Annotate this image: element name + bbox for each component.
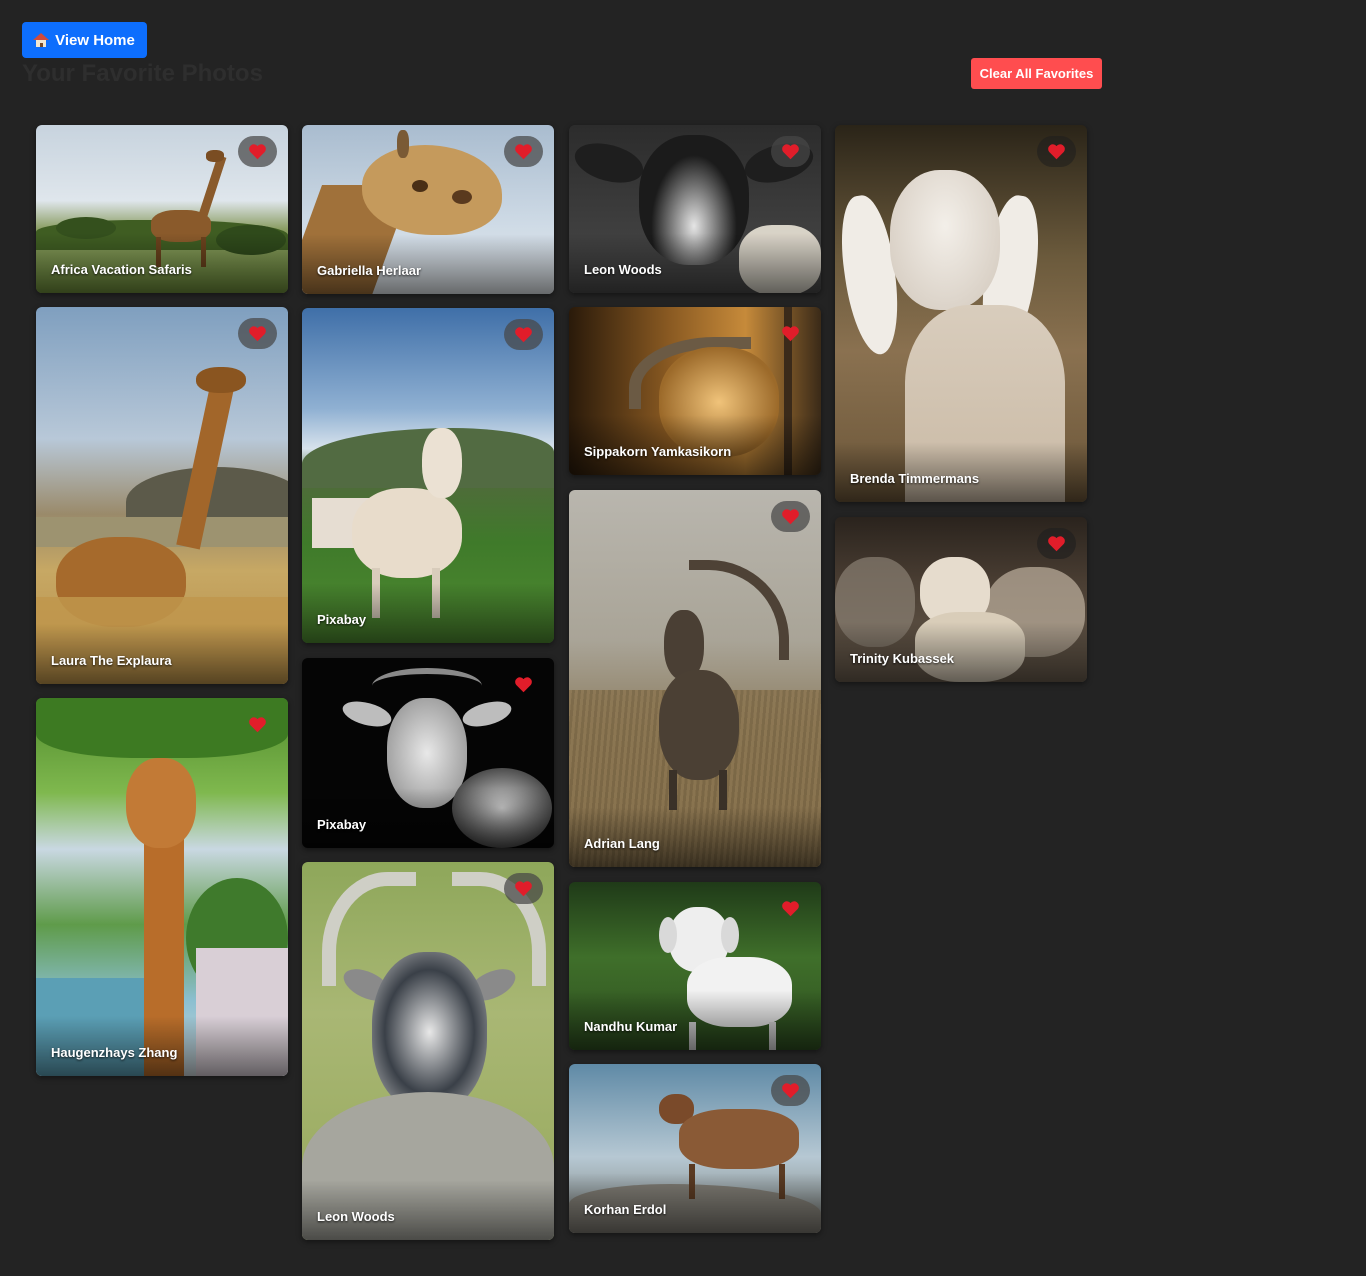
photo-credit: Africa Vacation Safaris	[51, 262, 192, 277]
photo-credit: Leon Woods	[584, 262, 662, 277]
favorite-toggle-button[interactable]	[1037, 528, 1076, 559]
photo-card[interactable]: Haugenzhays Zhang	[36, 698, 288, 1076]
heart-icon	[782, 144, 799, 160]
heart-icon	[515, 677, 532, 693]
photo-credit: Nandhu Kumar	[584, 1019, 678, 1034]
photo-credit: Sippakorn Yamkasikorn	[584, 444, 732, 459]
photo-card[interactable]: Adrian Lang	[569, 490, 821, 867]
photo-card[interactable]: Laura The Explaura	[36, 307, 288, 684]
photo-card[interactable]: Sippakorn Yamkasikorn	[569, 307, 821, 475]
heart-icon	[249, 326, 266, 342]
photo-credit: Korhan Erdol	[584, 1202, 667, 1217]
photo-card[interactable]: Leon Woods	[569, 125, 821, 293]
heart-icon	[515, 144, 532, 160]
photo-card[interactable]: Nandhu Kumar	[569, 882, 821, 1050]
photo-credit: Brenda Timmermans	[850, 471, 980, 486]
photo-credit: Pixabay	[317, 817, 367, 832]
favorite-toggle-button[interactable]	[771, 501, 810, 532]
photo-card[interactable]: Brenda Timmermans	[835, 125, 1087, 502]
favorite-toggle-button[interactable]	[238, 136, 277, 167]
photo-card[interactable]: Pixabay	[302, 308, 554, 643]
heart-icon	[1048, 536, 1065, 552]
heart-icon	[782, 901, 799, 917]
favorite-toggle-button[interactable]	[771, 1075, 810, 1106]
photo-credit: Pixabay	[317, 612, 367, 627]
heart-icon	[515, 881, 532, 897]
photo-card[interactable]: Leon Woods	[302, 862, 554, 1240]
heart-icon	[782, 509, 799, 525]
page-title: Your Favorite Photos	[22, 60, 263, 87]
photo-credit: Laura The Explaura	[51, 653, 172, 668]
favorites-page: View Home Your Favorite Photos Clear All…	[0, 0, 1366, 1276]
house-icon	[33, 32, 50, 47]
favorite-toggle-button[interactable]	[504, 873, 543, 904]
heart-icon	[1048, 144, 1065, 160]
view-home-button[interactable]: View Home	[22, 22, 147, 58]
photo-credit: Adrian Lang	[584, 836, 660, 851]
favorite-toggle-button[interactable]	[771, 136, 810, 167]
favorite-toggle-button[interactable]	[238, 318, 277, 349]
favorite-toggle-button[interactable]	[504, 669, 543, 700]
favorite-toggle-button[interactable]	[504, 319, 543, 350]
photo-credit: Haugenzhays Zhang	[51, 1045, 178, 1060]
photo-card[interactable]: Pixabay	[302, 658, 554, 848]
heart-icon	[782, 326, 799, 342]
photo-card[interactable]: Africa Vacation Safaris	[36, 125, 288, 293]
favorite-toggle-button[interactable]	[504, 136, 543, 167]
heart-icon	[249, 717, 266, 733]
heart-icon	[515, 327, 532, 343]
favorite-toggle-button[interactable]	[771, 318, 810, 349]
photo-credit: Trinity Kubassek	[850, 651, 955, 666]
photo-card[interactable]: Gabriella Herlaar	[302, 125, 554, 294]
photo-credit: Leon Woods	[317, 1209, 395, 1224]
clear-all-favorites-button[interactable]: Clear All Favorites	[971, 58, 1102, 89]
favorite-toggle-button[interactable]	[771, 893, 810, 924]
view-home-label: View Home	[55, 31, 135, 49]
favorite-toggle-button[interactable]	[1037, 136, 1076, 167]
heart-icon	[249, 144, 266, 160]
photo-card[interactable]: Trinity Kubassek	[835, 517, 1087, 682]
photo-card[interactable]: Korhan Erdol	[569, 1064, 821, 1233]
favorite-toggle-button[interactable]	[238, 709, 277, 740]
photo-credit: Gabriella Herlaar	[317, 263, 422, 278]
heart-icon	[782, 1083, 799, 1099]
